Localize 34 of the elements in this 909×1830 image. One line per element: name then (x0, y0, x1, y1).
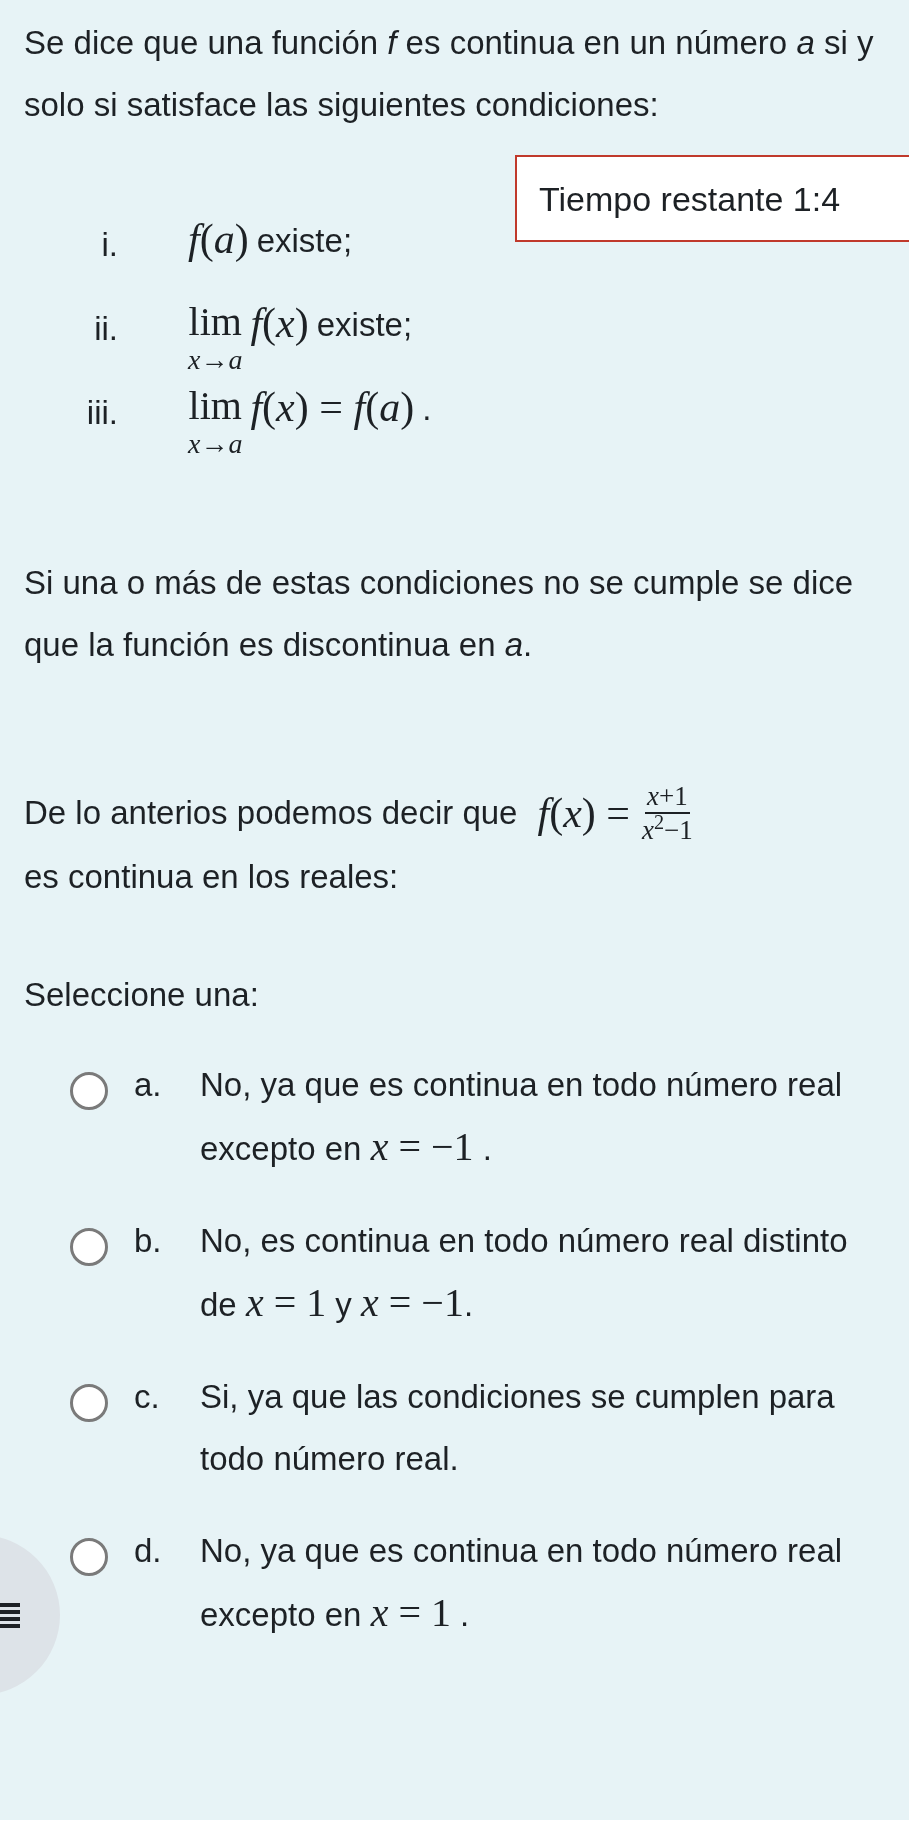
function-expression: f(x) = (537, 789, 630, 838)
radio-button[interactable] (70, 1072, 108, 1110)
question-text: De lo anterios podemos decir que (24, 793, 518, 833)
condition-text: . (422, 389, 432, 429)
limit-symbol: lim (188, 382, 242, 426)
radio-button[interactable] (70, 1384, 108, 1422)
limit-subscript: x→a (188, 346, 243, 374)
list-number: iii. (85, 393, 119, 433)
math-expression: f(x) (250, 299, 309, 348)
question-text: es continua en los reales: (24, 857, 400, 897)
option-letter: c. (134, 1377, 161, 1417)
condition-text: existe; (316, 305, 413, 345)
limit-symbol: lim (188, 298, 242, 342)
discontinuity-paragraph: Si una o más de estas condiciones no se cumple se dice que la función es discontinua en a. (24, 563, 855, 665)
condition-text: existe; (256, 221, 353, 261)
option-text[interactable]: No, es continua en todo número real distinto de x = 1 y x = −1. (200, 1210, 885, 1336)
math-expression: f(x) = f(a) (250, 383, 415, 432)
list-number: ii. (93, 309, 119, 349)
radio-button[interactable] (70, 1538, 108, 1576)
intro-paragraph: Se dice que una función f es continua en un número a si y solo si satisface las siguientes condiciones: (24, 23, 875, 125)
radio-button[interactable] (70, 1228, 108, 1266)
limit-subscript: x→a (188, 430, 243, 458)
option-text[interactable]: Si, ya que las condiciones se cumplen para todo número real. (200, 1366, 885, 1490)
list-number: i. (100, 225, 119, 265)
option-text[interactable]: No, ya que es continua en todo número real excepto en x = 1 . (200, 1520, 885, 1646)
option-letter: a. (134, 1065, 163, 1105)
option-text[interactable]: No, ya que es continua en todo número real excepto en x = −1 . (200, 1054, 885, 1180)
timer-text: Tiempo restante 1:4 (539, 178, 841, 220)
fraction: x+1 x$^{2}$−1 (640, 780, 694, 846)
list-icon (0, 1601, 20, 1629)
math-expression: f(a) (188, 215, 249, 264)
option-letter: d. (134, 1531, 163, 1571)
option-letter: b. (134, 1221, 163, 1261)
prompt-text: Seleccione una: (24, 975, 260, 1015)
